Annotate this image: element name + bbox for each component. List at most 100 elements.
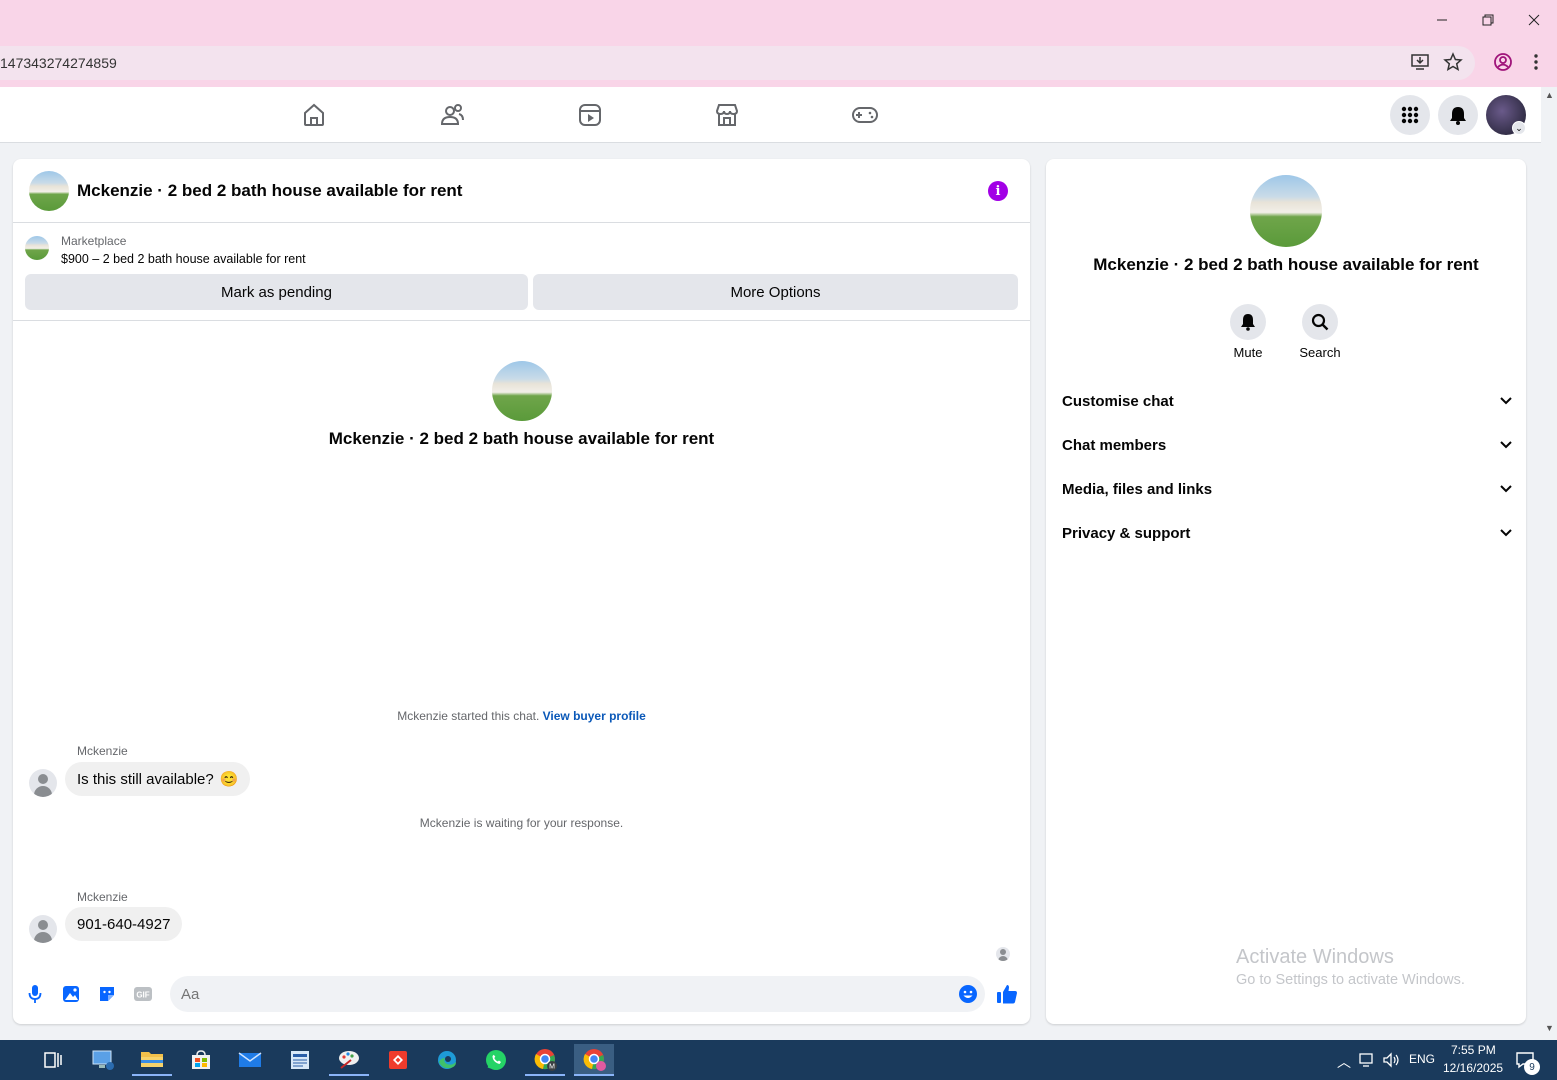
close-button[interactable] bbox=[1511, 0, 1557, 40]
listing-small-thumbnail[interactable] bbox=[25, 236, 49, 260]
minimize-button[interactable] bbox=[1419, 0, 1465, 40]
whatsapp-icon[interactable] bbox=[476, 1044, 516, 1076]
view-buyer-profile-link[interactable]: View buyer profile bbox=[543, 709, 646, 723]
bell-icon bbox=[1450, 107, 1466, 125]
sender-avatar[interactable] bbox=[29, 769, 57, 797]
document-app-icon[interactable] bbox=[280, 1044, 320, 1076]
paint-app-icon[interactable] bbox=[329, 1044, 369, 1076]
search-button[interactable]: Search bbox=[1284, 304, 1356, 360]
this-pc-icon[interactable] bbox=[83, 1044, 123, 1076]
photo-icon[interactable] bbox=[60, 983, 82, 1005]
grid-icon bbox=[1401, 106, 1419, 124]
section-label: Customise chat bbox=[1062, 392, 1174, 410]
restore-button[interactable] bbox=[1465, 0, 1511, 40]
listing-price-title[interactable]: $900 – 2 bed 2 bath house available for … bbox=[61, 252, 306, 266]
activation-watermark-subtitle: Go to Settings to activate Windows. bbox=[1236, 972, 1465, 988]
sender-avatar[interactable] bbox=[29, 915, 57, 943]
address-bar[interactable]: 147343274274859 bbox=[0, 46, 1475, 80]
mark-pending-button[interactable]: Mark as pending bbox=[25, 274, 528, 310]
url-text: 147343274274859 bbox=[0, 55, 117, 71]
chat-panel: Mckenzie · 2 bed 2 bath house available … bbox=[13, 159, 1030, 1024]
info-thumbnail[interactable] bbox=[1250, 175, 1322, 247]
chat-members-section[interactable]: Chat members bbox=[1062, 427, 1512, 463]
chat-header: Mckenzie · 2 bed 2 bath house available … bbox=[13, 159, 1030, 223]
message-sender: Mckenzie bbox=[77, 744, 128, 758]
message-sender: Mckenzie bbox=[77, 890, 128, 904]
info-icon[interactable]: i bbox=[988, 181, 1008, 201]
section-label: Chat members bbox=[1062, 436, 1167, 454]
mute-button[interactable]: Mute bbox=[1212, 304, 1284, 360]
video-nav-icon[interactable] bbox=[574, 99, 606, 131]
marketplace-nav-icon[interactable] bbox=[711, 99, 743, 131]
profile-icon[interactable] bbox=[1491, 50, 1515, 74]
read-receipt-avatar bbox=[996, 947, 1010, 961]
smile-emoji-icon: 😊 bbox=[219, 771, 239, 788]
thumbs-up-icon[interactable] bbox=[996, 983, 1018, 1005]
media-files-links-section[interactable]: Media, files and links bbox=[1062, 471, 1512, 507]
section-label: Privacy & support bbox=[1062, 524, 1191, 542]
gaming-nav-icon[interactable] bbox=[849, 99, 881, 131]
chat-started-notice: Mckenzie started this chat. View buyer p… bbox=[13, 709, 1030, 723]
svg-text:M: M bbox=[549, 1064, 555, 1071]
chat-info-panel: Mckenzie · 2 bed 2 bath house available … bbox=[1046, 159, 1526, 1024]
section-label: Media, files and links bbox=[1062, 480, 1213, 498]
search-label: Search bbox=[1299, 345, 1341, 360]
search-icon bbox=[1302, 304, 1338, 340]
microphone-icon[interactable] bbox=[24, 983, 46, 1005]
message-bubble[interactable]: 901-640-4927 bbox=[65, 907, 183, 941]
windows-taskbar: M ︿ ENG 7:55 PM 12/16/2025 9 bbox=[0, 1040, 1557, 1080]
install-app-icon[interactable] bbox=[1408, 50, 1432, 74]
page-scrollbar[interactable]: ▲ ▼ bbox=[1541, 87, 1557, 1040]
chevron-down-icon[interactable]: ⌄ bbox=[1512, 121, 1526, 135]
customise-chat-section[interactable]: Customise chat bbox=[1062, 383, 1512, 419]
activation-watermark-title: Activate Windows bbox=[1236, 946, 1394, 968]
chat-center-thumbnail bbox=[492, 361, 552, 421]
browser-toolbar: 147343274274859 bbox=[0, 40, 1557, 87]
microsoft-store-icon[interactable] bbox=[181, 1044, 221, 1076]
chevron-down-icon bbox=[1500, 485, 1512, 493]
chevron-down-icon bbox=[1500, 397, 1512, 405]
chat-started-text: Mckenzie started this chat. bbox=[397, 709, 540, 723]
bookmark-star-icon[interactable] bbox=[1441, 50, 1465, 74]
info-title: Mckenzie · 2 bed 2 bath house available … bbox=[1093, 255, 1479, 274]
file-explorer-icon[interactable] bbox=[132, 1044, 172, 1076]
notification-count-badge: 9 bbox=[1524, 1059, 1540, 1075]
notifications-button[interactable] bbox=[1438, 95, 1478, 135]
facebook-header: ⌄ bbox=[0, 87, 1541, 143]
clock-date[interactable]: 12/16/2025 bbox=[1443, 1061, 1503, 1075]
chrome-active-icon[interactable] bbox=[574, 1044, 614, 1076]
privacy-support-section[interactable]: Privacy & support bbox=[1062, 515, 1512, 551]
friends-nav-icon[interactable] bbox=[436, 99, 468, 131]
message-input[interactable] bbox=[170, 976, 985, 1012]
gif-icon[interactable]: GIF bbox=[132, 983, 154, 1005]
listing-thumbnail[interactable] bbox=[29, 171, 69, 211]
listing-category: Marketplace bbox=[61, 234, 127, 248]
chrome-profile-m-icon[interactable]: M bbox=[525, 1044, 565, 1076]
message-bubble[interactable]: Is this still available? 😊 bbox=[65, 762, 251, 796]
window-titlebar bbox=[0, 0, 1557, 40]
svg-text:GIF: GIF bbox=[136, 991, 149, 1000]
more-options-button[interactable]: More Options bbox=[533, 274, 1018, 310]
language-indicator[interactable]: ENG bbox=[1409, 1052, 1435, 1066]
browser-menu-icon[interactable] bbox=[1524, 50, 1548, 74]
task-view-icon[interactable] bbox=[33, 1044, 73, 1076]
sticker-icon[interactable] bbox=[96, 983, 118, 1005]
clock-time[interactable]: 7:55 PM bbox=[1451, 1043, 1496, 1057]
menu-grid-button[interactable] bbox=[1390, 95, 1430, 135]
mail-icon[interactable] bbox=[230, 1044, 270, 1076]
tray-chevron-up-icon[interactable]: ︿ bbox=[1337, 1052, 1351, 1072]
anydesk-icon[interactable] bbox=[378, 1044, 418, 1076]
edge-browser-icon[interactable] bbox=[427, 1044, 467, 1076]
emoji-icon[interactable] bbox=[957, 983, 979, 1005]
volume-icon[interactable] bbox=[1376, 1044, 1406, 1076]
bell-icon bbox=[1230, 304, 1266, 340]
scroll-up-icon[interactable]: ▲ bbox=[1545, 90, 1554, 100]
chat-center-title: Mckenzie · 2 bed 2 bath house available … bbox=[328, 429, 715, 448]
chevron-down-icon bbox=[1500, 529, 1512, 537]
chat-title[interactable]: Mckenzie · 2 bed 2 bath house available … bbox=[77, 181, 462, 201]
chevron-down-icon bbox=[1500, 441, 1512, 449]
home-nav-icon[interactable] bbox=[298, 99, 330, 131]
scroll-down-icon[interactable]: ▼ bbox=[1545, 1023, 1554, 1033]
message-text: 901-640-4927 bbox=[77, 915, 171, 933]
listing-card: Marketplace $900 – 2 bed 2 bath house av… bbox=[13, 224, 1030, 321]
